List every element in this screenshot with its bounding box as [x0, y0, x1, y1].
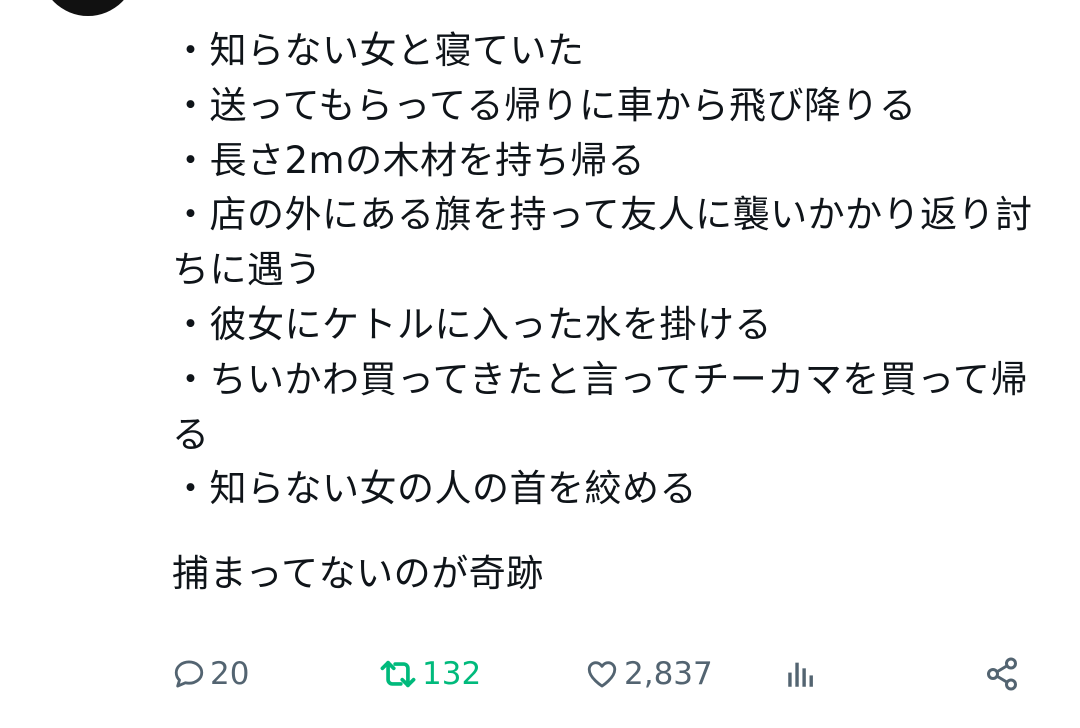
- tweet-line: ・店の外にある旗を持って友人に襲いかかり返り討ちに遇う: [172, 193, 1033, 292]
- views-icon: [784, 657, 818, 691]
- views-button[interactable]: [784, 652, 818, 696]
- action-bar: 20 132 2,837: [172, 652, 1032, 696]
- retweet-icon: [378, 657, 418, 691]
- share-icon: [984, 656, 1020, 692]
- tweet-line: ・彼女にケトルに入った水を掛ける: [172, 302, 772, 346]
- reply-count: 20: [210, 656, 250, 692]
- heart-icon: [584, 657, 620, 691]
- retweet-button[interactable]: 132: [378, 652, 481, 696]
- reply-button[interactable]: 20: [172, 652, 249, 696]
- tweet-line: ・送ってもらってる帰りに車から飛び降りる: [172, 83, 917, 127]
- share-button[interactable]: [984, 652, 1020, 696]
- tweet-line: ・ちいかわ買ってきたと言ってチーカマを買って帰る: [172, 357, 1028, 456]
- tweet-closing-line: 捕まってないのが奇跡: [172, 552, 544, 596]
- tweet-text: ・知らない女と寝ていた ・送ってもらってる帰りに車から飛び降りる ・長さ2mの木…: [172, 24, 1042, 602]
- reply-icon: [172, 657, 206, 691]
- tweet-line: ・長さ2mの木材を持ち帰る: [172, 138, 646, 182]
- like-button[interactable]: 2,837: [584, 652, 713, 696]
- tweet-line: ・知らない女と寝ていた: [172, 29, 585, 72]
- like-count: 2,837: [624, 656, 713, 692]
- retweet-count: 132: [422, 656, 482, 692]
- author-row: [172, 0, 178, 12]
- tweet-line: ・知らない女の人の首を絞める: [172, 467, 697, 511]
- avatar[interactable]: [40, 0, 136, 16]
